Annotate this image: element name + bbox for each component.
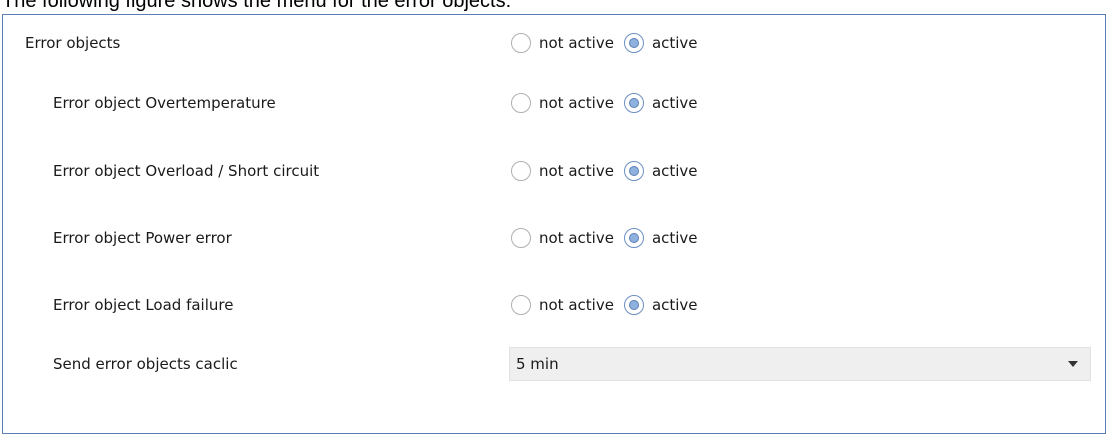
error-objects-active-option[interactable]: active <box>623 33 698 53</box>
radio-unchecked-icon[interactable] <box>511 295 531 315</box>
active-label: active <box>651 34 698 52</box>
not-active-label: not active <box>539 162 614 180</box>
power-error-radio-group: not active active <box>511 220 698 256</box>
active-label: active <box>651 94 698 112</box>
radio-unchecked-icon[interactable] <box>511 93 531 113</box>
not-active-label: not active <box>539 229 614 247</box>
radio-checked-icon[interactable] <box>623 33 644 53</box>
radio-unchecked-icon[interactable] <box>511 228 531 248</box>
overtemperature-not-active-option[interactable]: not active <box>511 93 624 113</box>
error-objects-row: Error objects not active active <box>3 25 1105 61</box>
chevron-down-icon[interactable] <box>1068 361 1078 367</box>
send-error-objects-row: Send error objects caclic 5 min <box>3 346 1105 382</box>
send-error-objects-label: Send error objects caclic <box>53 355 238 373</box>
radio-checked-icon[interactable] <box>623 93 644 113</box>
overtemperature-active-option[interactable]: active <box>623 93 698 113</box>
overload-short-circuit-not-active-option[interactable]: not active <box>511 161 624 181</box>
error-objects-radio-group: not active active <box>511 25 698 61</box>
not-active-label: not active <box>539 296 614 314</box>
load-failure-row: Error object Load failure not active act… <box>3 287 1105 323</box>
figure-caption: The following figure shows the menu for … <box>2 0 512 12</box>
radio-unchecked-icon[interactable] <box>511 161 531 181</box>
radio-checked-icon[interactable] <box>623 228 644 248</box>
power-error-row: Error object Power error not active acti… <box>3 220 1105 256</box>
power-error-active-option[interactable]: active <box>623 228 698 248</box>
power-error-not-active-option[interactable]: not active <box>511 228 624 248</box>
load-failure-radio-group: not active active <box>511 287 698 323</box>
load-failure-label: Error object Load failure <box>53 296 234 314</box>
overtemperature-radio-group: not active active <box>511 85 698 121</box>
overload-short-circuit-label: Error object Overload / Short circuit <box>53 162 320 180</box>
overload-short-circuit-radio-group: not active active <box>511 153 698 189</box>
error-objects-panel: Error objects not active active Error ob… <box>2 14 1106 434</box>
power-error-label: Error object Power error <box>53 229 232 247</box>
radio-checked-icon[interactable] <box>623 295 644 315</box>
error-objects-not-active-option[interactable]: not active <box>511 33 624 53</box>
send-cyclic-dropdown[interactable]: 5 min <box>509 347 1091 381</box>
not-active-label: not active <box>539 34 614 52</box>
load-failure-active-option[interactable]: active <box>623 295 698 315</box>
error-objects-label: Error objects <box>25 34 121 52</box>
load-failure-not-active-option[interactable]: not active <box>511 295 624 315</box>
send-cyclic-value: 5 min <box>516 355 559 373</box>
radio-checked-icon[interactable] <box>623 161 644 181</box>
overtemperature-label: Error object Overtemperature <box>53 94 276 112</box>
active-label: active <box>651 162 698 180</box>
active-label: active <box>651 296 698 314</box>
radio-unchecked-icon[interactable] <box>511 33 531 53</box>
overload-short-circuit-row: Error object Overload / Short circuit no… <box>3 153 1105 189</box>
overtemperature-row: Error object Overtemperature not active … <box>3 85 1105 121</box>
overload-short-circuit-active-option[interactable]: active <box>623 161 698 181</box>
not-active-label: not active <box>539 94 614 112</box>
active-label: active <box>651 229 698 247</box>
